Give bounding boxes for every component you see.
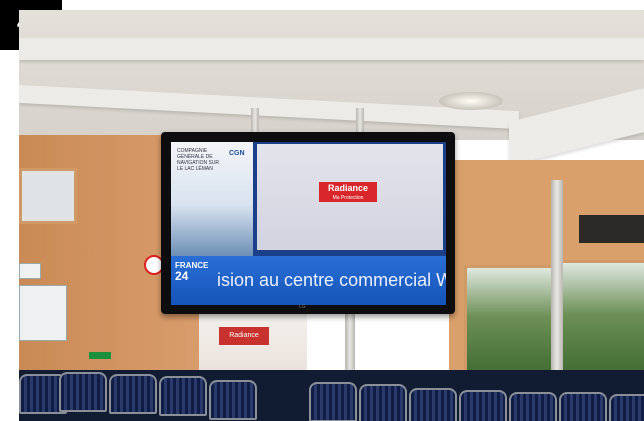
ferry-cabin-scene: Radiance COMPAGNIE GÉNÉRALE DE NAVIGATIO…	[19, 10, 644, 421]
tv-left-panel: COMPAGNIE GÉNÉRALE DE NAVIGATION SUR LE …	[171, 142, 253, 256]
passenger-seats	[19, 370, 644, 421]
photo-frame: 4 Radiance	[0, 0, 644, 421]
air-vent	[579, 215, 644, 243]
seat	[409, 388, 457, 421]
seat	[459, 390, 507, 421]
wall-map-sign	[19, 285, 67, 341]
ceiling-beam	[19, 38, 644, 60]
cgn-logo: CGN	[229, 150, 245, 157]
seat	[359, 384, 407, 421]
window	[19, 168, 77, 224]
ceiling-lamp	[439, 92, 503, 110]
left-panel-caption: COMPAGNIE GÉNÉRALE DE NAVIGATION SUR LE …	[177, 148, 220, 172]
seat	[509, 392, 557, 421]
advert-brand: Radiance	[327, 183, 369, 193]
seat	[209, 380, 257, 420]
seat	[159, 376, 207, 416]
wall-sign	[19, 263, 41, 279]
advert-subtitle: Ma Protection	[332, 195, 364, 201]
window	[559, 260, 644, 381]
seat	[559, 392, 607, 421]
advert-logo: Radiance Ma Protection	[319, 182, 377, 202]
window	[464, 265, 555, 381]
seat	[109, 374, 157, 414]
emergency-exit-sign	[89, 352, 111, 359]
poster-logo: Radiance	[219, 327, 269, 345]
tv-maker-logo: LG	[299, 304, 306, 310]
tv-main-panel: Radiance Ma Protection	[257, 144, 443, 250]
channel-number: 24	[175, 269, 189, 283]
news-ticker: FRANCE 24 ision au centre commercial We	[171, 256, 446, 305]
seat	[309, 382, 357, 421]
channel-logo: FRANCE 24	[175, 260, 208, 282]
tv-screen: COMPAGNIE GÉNÉRALE DE NAVIGATION SUR LE …	[171, 142, 446, 305]
seat	[609, 394, 644, 421]
ticker-text: ision au centre commercial We	[217, 270, 446, 290]
television: COMPAGNIE GÉNÉRALE DE NAVIGATION SUR LE …	[161, 132, 455, 314]
seat	[59, 372, 107, 412]
